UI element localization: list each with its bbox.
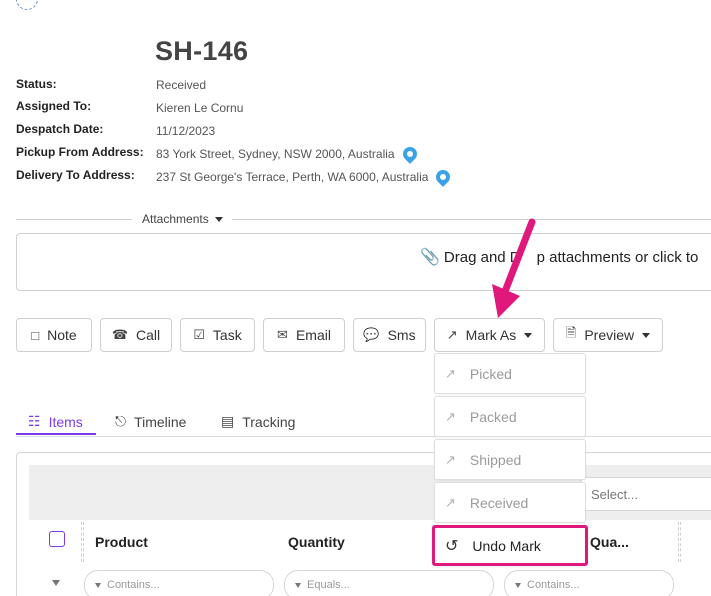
mark-shipped-label: Shipped: [469, 451, 522, 468]
assigned-to-label: Assigned To:: [16, 99, 92, 113]
map-pin-icon[interactable]: [433, 167, 454, 187]
share-icon: ↗: [445, 408, 456, 424]
annotation-arrow-icon: [492, 218, 536, 318]
call-label: Call: [136, 327, 161, 343]
pickup-address-value: 83 York Street, Sydney, NSW 2000, Austra…: [156, 144, 420, 164]
chat-bubble-icon: 💬: [363, 327, 380, 342]
preview-button[interactable]: 🗎 Preview: [553, 318, 663, 352]
filter-icon[interactable]: [52, 580, 60, 586]
column-header-quantity[interactable]: Quantity: [288, 534, 345, 550]
column-separator: [81, 522, 84, 562]
loading-spinner-icon: [16, 0, 38, 10]
column-select-placeholder: Select...: [591, 487, 638, 502]
task-button[interactable]: ☑ Task: [180, 318, 255, 352]
tab-divider: [16, 436, 711, 437]
tab-items[interactable]: ☷ Items: [28, 413, 83, 430]
caret-down-icon: [214, 216, 223, 222]
attachments-label: Attachments: [142, 212, 209, 226]
mark-shipped-item[interactable]: ↗ Shipped: [434, 439, 586, 480]
mark-packed-item[interactable]: ↗ Packed: [434, 396, 586, 437]
timeline-icon: ⎋: [115, 413, 127, 429]
undo-mark-label: Undo Mark: [472, 537, 541, 554]
share-icon: ↗: [445, 451, 456, 467]
tab-tracking[interactable]: ▤ Tracking: [221, 413, 295, 430]
tab-timeline[interactable]: ⎋ Timeline: [115, 413, 186, 430]
status-label: Status:: [16, 77, 57, 91]
envelope-icon: ✉: [277, 327, 288, 342]
filter-icon: [295, 582, 301, 588]
mark-received-item[interactable]: ↗ Received: [434, 482, 586, 523]
mark-packed-label: Packed: [469, 408, 517, 425]
document-search-icon: 🗎: [565, 325, 577, 340]
mark-as-label: Mark As: [465, 327, 517, 343]
delivery-address-label: Delivery To Address:: [16, 168, 135, 182]
active-tab-indicator: [16, 433, 96, 435]
phone-icon: ☎: [111, 327, 129, 342]
filter-icon: [95, 582, 101, 588]
status-text: Received: [156, 78, 207, 92]
email-button[interactable]: ✉ Email: [263, 318, 345, 352]
despatch-date-value: 11/12/2023: [156, 124, 215, 138]
tab-timeline-label: Timeline: [134, 413, 187, 430]
assigned-to-value: Kieren Le Cornu: [156, 101, 243, 115]
dropzone-text: 📎 Drag and Dp attachments or click to: [420, 247, 698, 267]
dropzone-text-end: p attachments or click to: [536, 248, 699, 266]
product-filter-placeholder: Contains...: [107, 579, 160, 591]
undo-icon: ↺: [445, 537, 459, 555]
filter-icon: [515, 582, 521, 588]
page-title: SH-146: [155, 36, 249, 66]
column-separator: [678, 522, 681, 562]
delivery-address-text: 237 St George's Terrace, Perth, WA 6000,…: [156, 170, 429, 184]
note-label: Note: [47, 327, 77, 343]
column-header-qua[interactable]: Qua...: [590, 534, 629, 550]
product-filter-input[interactable]: Contains...: [84, 570, 274, 596]
task-label: Task: [212, 327, 242, 343]
despatch-date-text: 11/12/2023: [156, 124, 216, 138]
quantity-filter-input[interactable]: Equals...: [284, 570, 494, 596]
email-label: Email: [295, 327, 331, 343]
share-icon: ↗: [445, 365, 456, 381]
qua-filter-input[interactable]: Contains...: [504, 570, 674, 596]
select-all-checkbox[interactable]: [49, 531, 65, 547]
qua-filter-placeholder: Contains...: [527, 579, 580, 591]
mark-picked-item[interactable]: ↗ Picked: [434, 353, 586, 394]
mark-received-label: Received: [469, 494, 529, 511]
mark-picked-label: Picked: [469, 365, 512, 382]
preview-label: Preview: [584, 327, 635, 343]
note-icon: □: [31, 327, 40, 343]
share-icon: ↗: [446, 327, 458, 342]
share-icon: ↗: [445, 494, 456, 510]
caret-down-icon: [524, 332, 533, 338]
call-button[interactable]: ☎ Call: [100, 318, 172, 352]
column-header-product[interactable]: Product: [95, 534, 148, 550]
mark-as-button[interactable]: ↗ Mark As: [434, 318, 545, 352]
hierarchy-icon: ☷: [28, 413, 41, 429]
pickup-address-text: 83 York Street, Sydney, NSW 2000, Austra…: [156, 147, 395, 161]
caret-down-icon: [642, 332, 651, 338]
status-value: Received: [156, 78, 206, 92]
map-pin-icon[interactable]: [399, 144, 420, 164]
assigned-to-text: Kieren Le Cornu: [156, 101, 244, 115]
sms-button[interactable]: 💬 Sms: [353, 318, 426, 352]
divider: [232, 219, 711, 220]
pickup-address-label: Pickup From Address:: [16, 145, 144, 159]
delivery-address-value: 237 St George's Terrace, Perth, WA 6000,…: [156, 167, 454, 187]
divider: [16, 219, 132, 220]
tab-tracking-label: Tracking: [242, 413, 296, 430]
attachments-toggle[interactable]: Attachments: [142, 212, 223, 226]
tracking-icon: ▤: [221, 413, 235, 429]
column-select[interactable]: Select...: [580, 477, 711, 511]
sms-label: Sms: [387, 327, 416, 343]
paperclip-icon: 📎: [420, 249, 440, 266]
tab-items-label: Items: [48, 413, 83, 430]
undo-mark-item[interactable]: ↺ Undo Mark: [432, 525, 588, 566]
note-button[interactable]: □ Note: [16, 318, 92, 352]
despatch-date-label: Despatch Date:: [16, 122, 104, 136]
quantity-filter-placeholder: Equals...: [307, 579, 350, 591]
clipboard-icon: ☑: [193, 327, 205, 342]
